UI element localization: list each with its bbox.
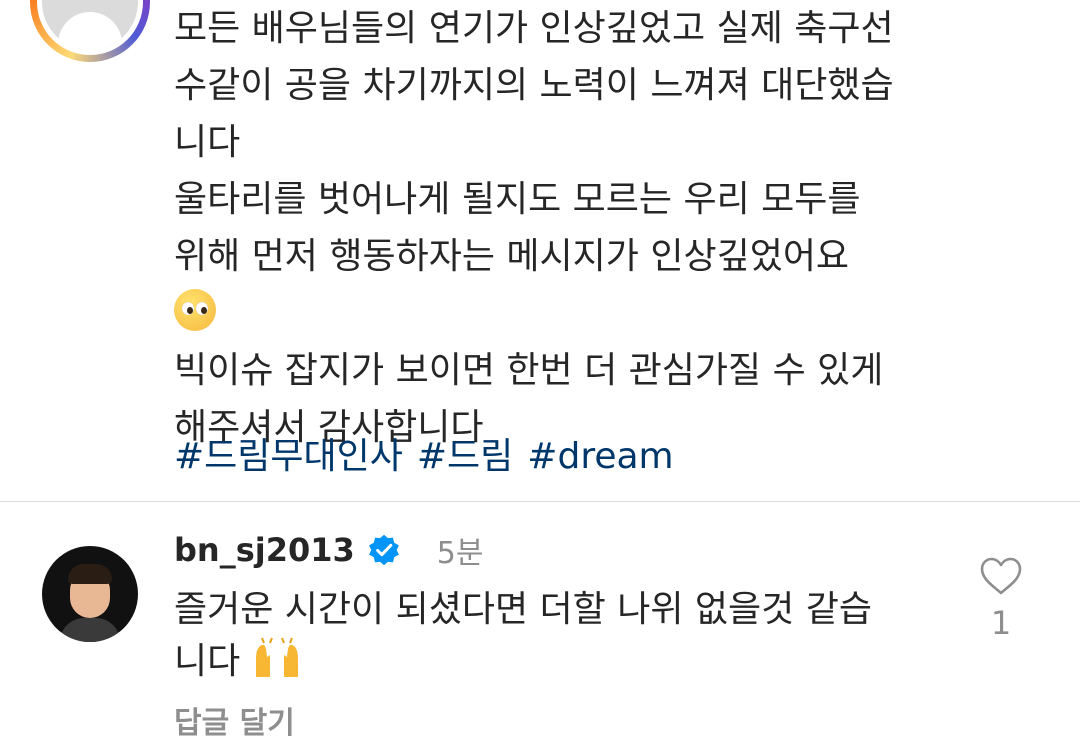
comment-line: 빅이슈 잡지가 보이면 한번 더 관심가질 수 있게	[174, 350, 884, 391]
verified-badge-icon	[368, 534, 399, 566]
comment-emoji-line	[174, 285, 974, 342]
raising-hands-emoji-icon	[255, 637, 298, 677]
comment-line: 위해 먼저 행동하자는 메시지가 인상깊었어요	[174, 236, 850, 277]
comment-line: 니다	[174, 636, 954, 688]
post-comment-text: 모든 배우님들의 연기가 인상깊었고 실제 축구선 수같이 공을 차기까지의 노…	[174, 0, 974, 456]
profile-silhouette-icon	[58, 12, 122, 50]
comment-line: 울타리를 벗어나게 될지도 모르는 우리 모두를	[174, 179, 861, 220]
reply-comment-text: 즐거운 시간이 되셨다면 더할 나위 없을것 같습 니다	[174, 584, 954, 688]
avatar-hair	[68, 564, 112, 584]
comment-line: 모든 배우님들의 연기가 인상깊었고 실제 축구선	[174, 8, 894, 49]
default-profile-picture	[42, 0, 138, 50]
hashtag-link[interactable]: #dream	[527, 436, 673, 477]
hashtag-link[interactable]: #드림	[417, 436, 513, 477]
story-ring	[37, 0, 143, 55]
like-count: 1	[990, 604, 1012, 642]
comment-line: 니다	[174, 122, 241, 163]
comment-line: 즐거운 시간이 되셨다면 더할 나위 없을것 같습	[174, 589, 872, 630]
reply-header: bn_sj2013 5분	[174, 528, 483, 572]
reply-button[interactable]: 답글 달기	[174, 698, 295, 742]
reply-avatar[interactable]	[42, 546, 138, 642]
reply-timestamp: 5분	[436, 536, 484, 571]
reply-username[interactable]: bn_sj2013	[174, 531, 355, 569]
comment-line: 수같이 공을 차기까지의 노력이 느껴져 대단했습	[174, 65, 894, 106]
commenter-avatar[interactable]	[30, 0, 150, 62]
comment-line-text: 니다	[174, 641, 241, 682]
divider	[0, 501, 1080, 502]
like-control: 1	[976, 556, 1026, 642]
pleading-face-emoji-icon	[174, 289, 216, 331]
heart-icon[interactable]	[979, 556, 1023, 596]
hashtag-link[interactable]: #드림무대인사	[174, 436, 403, 477]
hashtag-list: #드림무대인사 #드림 #dream	[174, 428, 688, 485]
avatar-shirt	[60, 618, 120, 642]
